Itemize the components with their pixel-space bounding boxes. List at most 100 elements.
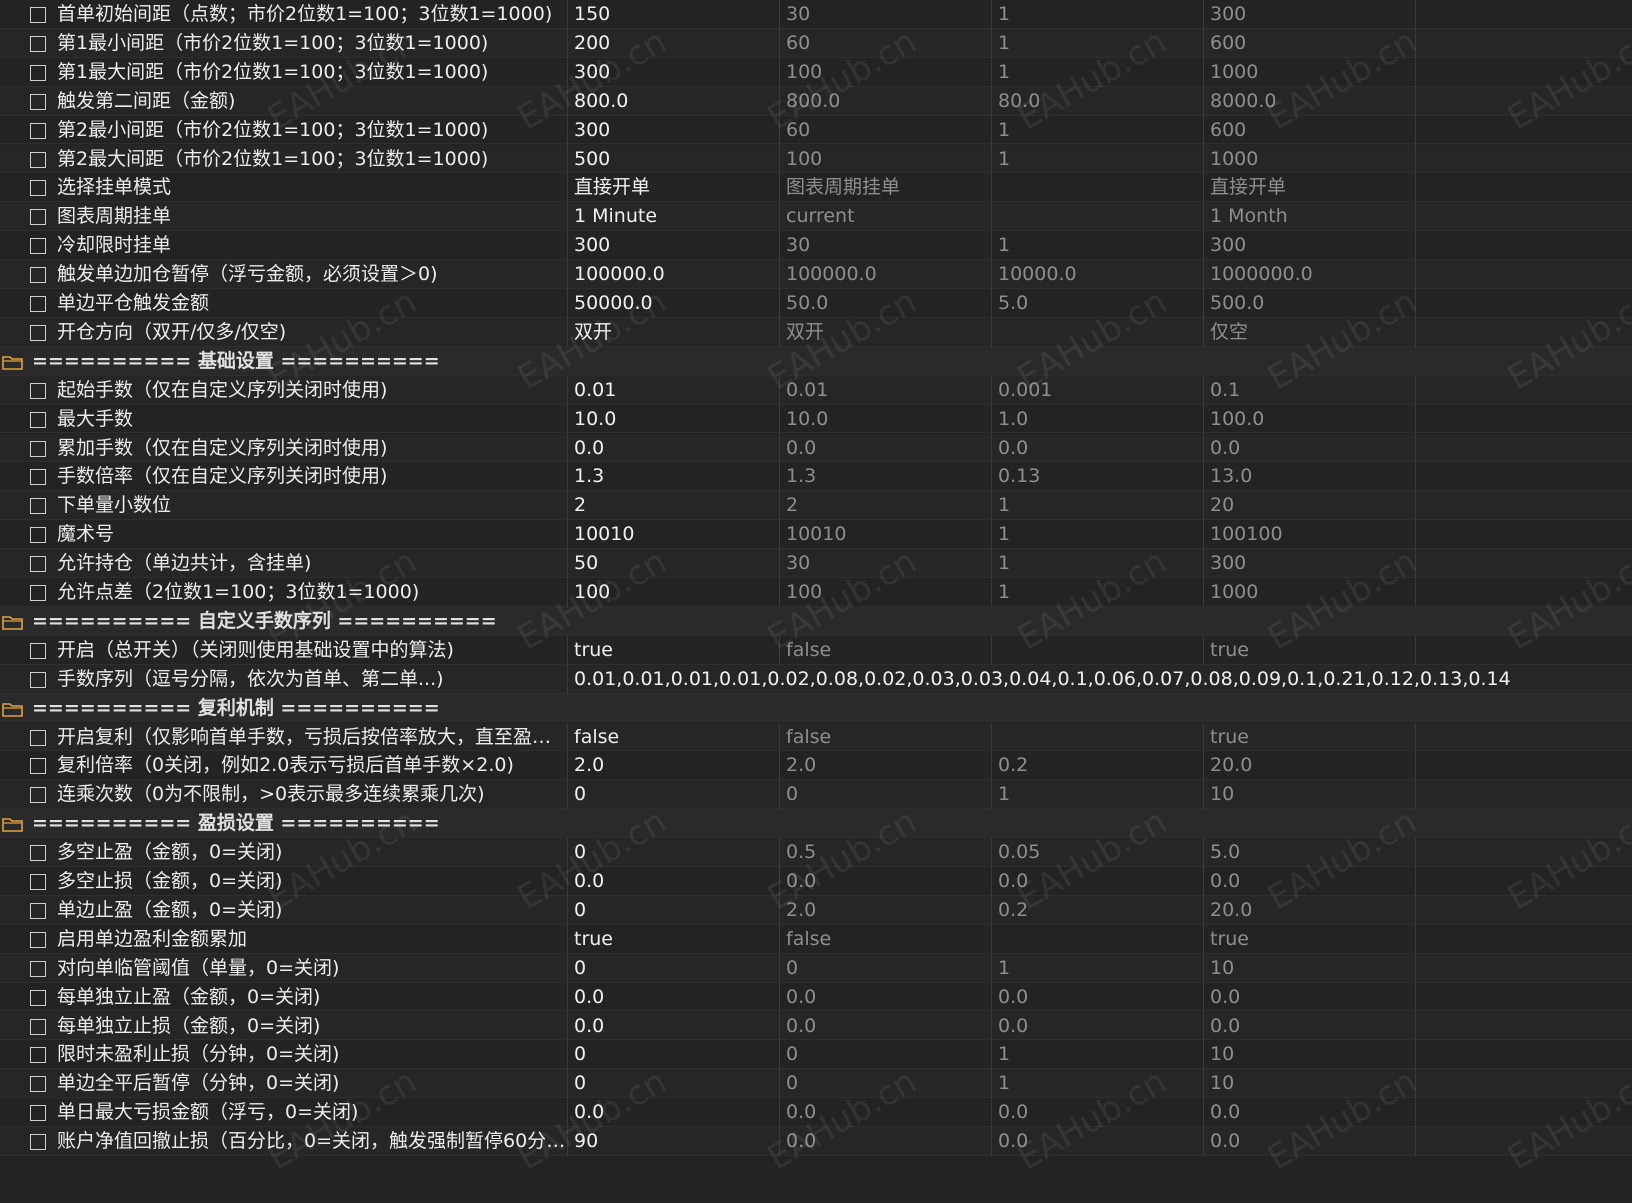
param-step[interactable] (991, 924, 1203, 954)
param-stop[interactable]: 0.0 (1203, 1127, 1415, 1157)
param-step[interactable]: 1 (991, 57, 1203, 87)
param-value[interactable]: 300 (567, 231, 779, 261)
param-step[interactable]: 0.0 (991, 867, 1203, 896)
param-value[interactable]: 0 (567, 953, 779, 983)
param-row[interactable]: 开启（总开关）（关闭则使用基础设置中的算法) true false true (0, 635, 1632, 665)
param-start[interactable]: 60 (779, 115, 991, 145)
param-value[interactable]: 0.01,0.01,0.01,0.01,0.02,0.08,0.02,0.03,… (567, 664, 1632, 694)
param-stop[interactable]: 1000 (1203, 144, 1415, 174)
param-value[interactable]: 直接开单 (567, 173, 779, 203)
param-start[interactable]: 0.0 (779, 1127, 991, 1157)
param-row[interactable]: 第1最小间距（市价2位数1=100；3位数1=1000) 200 60 1 600 (0, 28, 1632, 58)
param-row[interactable]: 多空止盈（金额，0=关闭) 0 0.5 0.05 5.0 (0, 838, 1632, 868)
param-stop[interactable]: 1000 (1203, 578, 1415, 607)
param-step[interactable]: 0.2 (991, 895, 1203, 925)
param-start[interactable]: 0 (779, 1069, 991, 1099)
param-row[interactable]: 触发单边加仓暂停（浮亏金额，必须设置＞0) 100000.0 100000.0 100… (0, 260, 1632, 290)
param-stop[interactable]: true (1203, 722, 1415, 752)
param-value[interactable]: 90 (567, 1127, 779, 1157)
param-row[interactable]: 第2最大间距（市价2位数1=100；3位数1=1000) 500 100 1 1000 (0, 144, 1632, 174)
param-value[interactable]: 1 Minute (567, 202, 779, 232)
param-row[interactable]: 多空止损（金额，0=关闭) 0.0 0.0 0.0 0.0 (0, 867, 1632, 896)
param-step[interactable]: 0.0 (991, 1098, 1203, 1128)
param-row[interactable]: 冷却限时挂单 300 30 1 300 (0, 231, 1632, 261)
param-row[interactable]: 起始手数（仅在自定义序列关闭时使用) 0.01 0.01 0.001 0.1 (0, 375, 1632, 405)
param-stop[interactable]: 0.0 (1203, 1098, 1415, 1128)
param-value[interactable]: 0 (567, 1040, 779, 1070)
param-step[interactable]: 1 (991, 231, 1203, 261)
param-value[interactable]: 50000.0 (567, 289, 779, 318)
param-stop[interactable]: 1000000.0 (1203, 260, 1415, 290)
param-start[interactable]: 0.0 (779, 1098, 991, 1128)
param-value[interactable]: 0 (567, 780, 779, 810)
param-value[interactable]: 50 (567, 549, 779, 579)
param-value[interactable]: 0 (567, 895, 779, 925)
param-start[interactable]: 0 (779, 953, 991, 983)
param-start[interactable]: 800.0 (779, 86, 991, 116)
param-stop[interactable]: 8000.0 (1203, 86, 1415, 116)
param-value[interactable]: true (567, 924, 779, 954)
param-stop[interactable]: 1000 (1203, 57, 1415, 87)
param-stop[interactable]: 0.1 (1203, 375, 1415, 405)
param-value[interactable]: 0 (567, 838, 779, 868)
param-value[interactable]: 0.0 (567, 1098, 779, 1128)
param-row[interactable]: 第2最小间距（市价2位数1=100；3位数1=1000) 300 60 1 600 (0, 115, 1632, 145)
param-step[interactable]: 0.0 (991, 1011, 1203, 1041)
param-value[interactable]: 0.0 (567, 867, 779, 896)
param-value[interactable]: 0.0 (567, 1011, 779, 1041)
param-start[interactable]: 图表周期挂单 (779, 173, 991, 203)
param-stop[interactable]: 0.0 (1203, 433, 1415, 463)
param-step[interactable]: 0.0 (991, 1127, 1203, 1157)
param-row[interactable]: 每单独立止损（金额，0=关闭) 0.0 0.0 0.0 0.0 (0, 1011, 1632, 1041)
param-step[interactable]: 0.001 (991, 375, 1203, 405)
param-step[interactable]: 1 (991, 953, 1203, 983)
param-step[interactable]: 5.0 (991, 289, 1203, 318)
param-value[interactable]: 10.0 (567, 404, 779, 434)
param-step[interactable]: 1 (991, 0, 1203, 29)
param-row[interactable]: 第1最大间距（市价2位数1=100；3位数1=1000) 300 100 1 1000 (0, 57, 1632, 87)
param-start[interactable]: 100 (779, 578, 991, 607)
param-start[interactable]: 0.0 (779, 867, 991, 896)
param-start[interactable]: 30 (779, 0, 991, 29)
param-stop[interactable]: 600 (1203, 115, 1415, 145)
param-step[interactable] (991, 722, 1203, 752)
param-row[interactable]: 触发第二间距（金额) 800.0 800.0 80.0 8000.0 (0, 86, 1632, 116)
param-stop[interactable]: 100100 (1203, 520, 1415, 550)
param-stop[interactable]: 10 (1203, 780, 1415, 810)
param-row[interactable]: 复利倍率（0关闭，例如2.0表示亏损后首单手数×2.0) 2.0 2.0 0.2 20.… (0, 751, 1632, 781)
param-start[interactable]: 10010 (779, 520, 991, 550)
param-step[interactable]: 0.2 (991, 751, 1203, 781)
param-step[interactable]: 80.0 (991, 86, 1203, 116)
param-start[interactable]: 100 (779, 57, 991, 87)
param-stop[interactable]: 300 (1203, 0, 1415, 29)
param-value[interactable]: 0.0 (567, 982, 779, 1012)
param-start[interactable]: 0.0 (779, 433, 991, 463)
param-step[interactable]: 1 (991, 549, 1203, 579)
param-row[interactable]: 启用单边盈利金额累加 true false true (0, 924, 1632, 954)
section-header-row[interactable]: ========== 基础设置 ========== (0, 346, 1632, 376)
param-stop[interactable]: 10 (1203, 953, 1415, 983)
param-value[interactable]: 500 (567, 144, 779, 174)
param-start[interactable]: 100000.0 (779, 260, 991, 290)
section-header-row[interactable]: ========== 自定义手数序列 ========== (0, 606, 1632, 636)
param-row[interactable]: 允许点差（2位数1=100；3位数1=1000) 100 100 1 1000 (0, 578, 1632, 607)
param-step[interactable]: 0.13 (991, 462, 1203, 492)
param-step[interactable]: 0.0 (991, 433, 1203, 463)
param-stop[interactable]: 5.0 (1203, 838, 1415, 868)
param-value[interactable]: true (567, 635, 779, 665)
param-start[interactable]: 100 (779, 144, 991, 174)
param-step[interactable] (991, 173, 1203, 203)
param-row[interactable]: 账户净值回撤止损（百分比，0=关闭，触发强制暂停60分钟) 90 0.0 0.0 0.0 (0, 1127, 1632, 1157)
param-start[interactable]: 2 (779, 491, 991, 521)
param-row[interactable]: 开仓方向（双开/仅多/仅空) 双开 双开 仅空 (0, 317, 1632, 347)
param-start[interactable]: false (779, 635, 991, 665)
param-start[interactable]: current (779, 202, 991, 232)
param-row[interactable]: 魔术号 10010 10010 1 100100 (0, 520, 1632, 550)
param-value[interactable]: 800.0 (567, 86, 779, 116)
param-value[interactable]: 双开 (567, 317, 779, 347)
param-stop[interactable]: 500.0 (1203, 289, 1415, 318)
param-step[interactable]: 1.0 (991, 404, 1203, 434)
param-stop[interactable]: 0.0 (1203, 982, 1415, 1012)
param-stop[interactable]: 100.0 (1203, 404, 1415, 434)
param-row[interactable]: 允许持仓（单边共计，含挂单) 50 30 1 300 (0, 549, 1632, 579)
